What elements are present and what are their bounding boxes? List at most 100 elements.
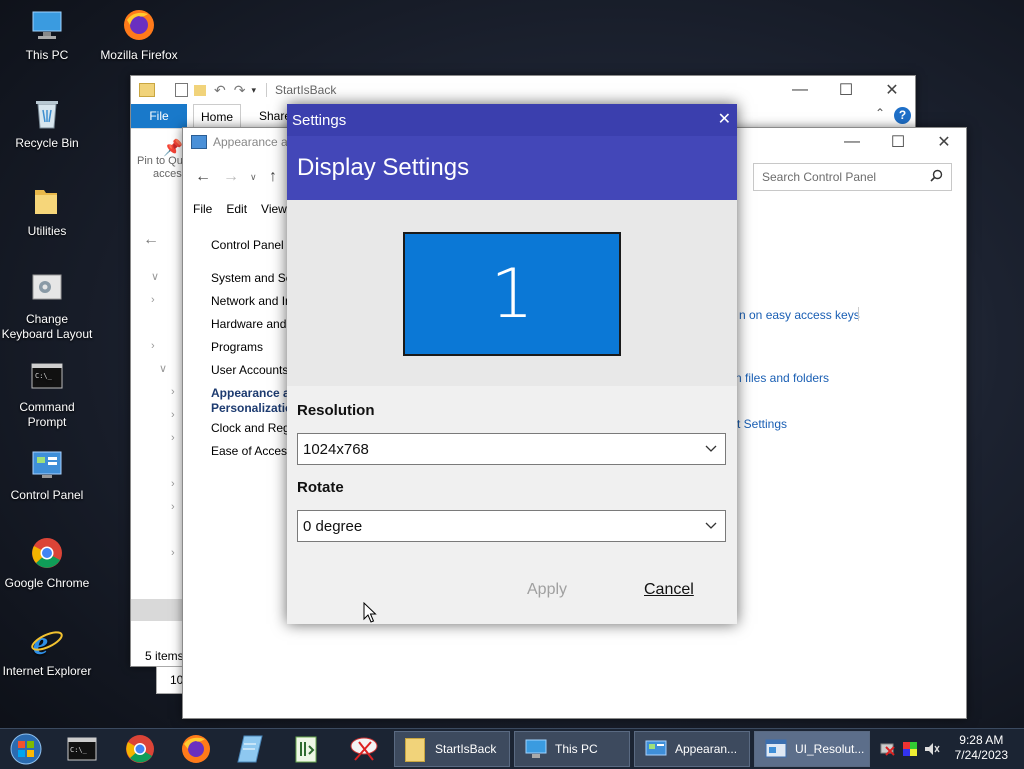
taskbar-pin-notepadpp[interactable] xyxy=(284,733,328,765)
help-icon[interactable]: ? xyxy=(894,107,911,124)
notepad-icon xyxy=(237,735,263,763)
tree-selected-row[interactable] xyxy=(131,599,183,621)
cp-title: Appearance ar xyxy=(213,135,292,149)
desktop-icon-command-prompt[interactable]: C:\_ Command Prompt xyxy=(0,360,94,430)
control-panel-icon xyxy=(645,739,667,759)
monitor-preview-area: 1 xyxy=(287,200,737,386)
customize-arrow-icon[interactable]: ▾ xyxy=(251,85,256,96)
explorer-maximize-button[interactable]: ☐ xyxy=(823,76,869,104)
taskbar-app-this-pc[interactable]: This PC xyxy=(514,731,630,767)
tree-expand-icon[interactable]: › xyxy=(171,404,175,427)
clock[interactable]: 9:28 AM 7/24/2023 xyxy=(955,733,1008,763)
rotate-label: Rotate xyxy=(297,479,344,496)
chevron-down-icon xyxy=(705,519,717,531)
desktop-icon-label: Google Chrome xyxy=(4,576,90,590)
rotate-dropdown[interactable]: 0 degree xyxy=(297,510,726,542)
chrome-icon xyxy=(126,735,154,763)
cancel-button[interactable]: Cancel xyxy=(644,581,694,599)
tree-expand-icon[interactable]: › xyxy=(151,335,175,358)
this-pc-icon xyxy=(30,8,64,42)
link-hidden-files[interactable]: n files and folders xyxy=(735,371,829,385)
firefox-icon xyxy=(122,8,156,42)
cp-search-input[interactable]: Search Control Panel xyxy=(753,163,952,191)
desktop-icon-chrome[interactable]: Google Chrome xyxy=(0,536,94,591)
pin-label: Pin to Qu xyxy=(137,155,183,167)
taskbar-pin-notepad[interactable] xyxy=(228,733,272,765)
desktop-icon-label: This PC xyxy=(25,48,69,62)
undo-icon[interactable]: ↶ xyxy=(214,82,226,99)
tree-expand-icon[interactable]: › xyxy=(171,473,175,496)
taskbar-app-startisback[interactable]: StartIsBack xyxy=(394,731,510,767)
taskbar-pin-snipping-tool[interactable] xyxy=(342,733,386,765)
redo-icon[interactable]: ↷ xyxy=(234,82,246,99)
control-panel-icon xyxy=(30,448,64,482)
link-font-settings[interactable]: t Settings xyxy=(737,417,787,431)
menu-edit[interactable]: Edit xyxy=(226,202,247,216)
desktop-icon-firefox[interactable]: Mozilla Firefox xyxy=(92,8,186,63)
desktop-icon-control-panel[interactable]: Control Panel xyxy=(0,448,94,503)
monitor-number: 1 xyxy=(490,254,534,334)
pin-quick-access-button[interactable]: 📌 Pin to Qu access xyxy=(137,141,187,181)
system-tray: 9:28 AM 7/24/2023 xyxy=(874,729,1024,769)
tree-expand-icon[interactable]: › xyxy=(171,496,175,519)
taskbar-app-ui-resolution[interactable]: UI_Resolut... xyxy=(754,731,870,767)
folder-icon xyxy=(405,738,425,762)
explorer-tree: ∨ › › ∨ › › › › › › xyxy=(151,266,175,565)
explorer-titlebar[interactable]: ↶ ↷ ▾ StartIsBack — ☐ ✕ xyxy=(131,76,915,104)
cp-minimize-button[interactable]: — xyxy=(829,128,875,156)
desktop-icon-ie[interactable]: e Internet Explorer xyxy=(0,624,94,679)
desktop-icon-label: Utilities xyxy=(27,224,67,238)
cp-back-icon[interactable]: ← xyxy=(195,168,211,186)
taskbar-app-label: Appearan... xyxy=(675,742,738,756)
taskbar-pin-cmd[interactable]: C:\_ xyxy=(60,733,104,765)
explorer-minimize-button[interactable]: — xyxy=(777,76,823,104)
desktop-icon-label: Control Panel xyxy=(10,488,84,502)
apply-button[interactable]: Apply xyxy=(527,581,567,599)
cp-maximize-button[interactable]: ☐ xyxy=(875,128,921,156)
tree-expand-icon[interactable]: › xyxy=(151,289,175,312)
desktop-icon-recycle-bin[interactable]: Recycle Bin xyxy=(0,96,94,151)
new-folder-icon[interactable] xyxy=(194,84,206,96)
tree-expand-icon[interactable]: ∨ xyxy=(151,266,175,289)
taskbar-pin-chrome[interactable] xyxy=(118,733,162,765)
cp-close-button[interactable]: ✕ xyxy=(921,128,967,156)
monitor-1-tile[interactable]: 1 xyxy=(403,232,621,356)
tree-expand-icon[interactable]: › xyxy=(171,542,175,565)
link-easy-access-keys[interactable]: n on easy access keys xyxy=(739,308,860,322)
display-color-icon[interactable] xyxy=(902,741,918,760)
network-icon[interactable] xyxy=(880,741,896,760)
menu-file[interactable]: File xyxy=(193,202,212,216)
ribbon-collapse-icon[interactable]: ⌃ xyxy=(875,106,885,120)
dialog-titlebar[interactable]: Settings ✕ xyxy=(287,104,737,136)
desktop-icon-utilities[interactable]: Utilities xyxy=(0,184,94,239)
cp-forward-icon[interactable]: → xyxy=(223,168,239,186)
explorer-close-button[interactable]: ✕ xyxy=(869,76,915,104)
desktop-icon-label: Mozilla Firefox xyxy=(100,48,178,62)
snipping-tool-icon xyxy=(350,737,378,761)
explorer-tab-file[interactable]: File xyxy=(131,104,187,128)
cp-recent-dropdown-icon[interactable]: ∨ xyxy=(250,172,257,183)
settings-dialog[interactable]: Settings ✕ Display Settings 1 Resolution… xyxy=(287,104,737,624)
properties-icon[interactable] xyxy=(175,83,188,97)
tree-expand-icon[interactable]: ∨ xyxy=(159,358,175,381)
tree-expand-icon[interactable]: › xyxy=(171,381,175,404)
folder-icon xyxy=(30,184,64,218)
taskbar-app-appearance[interactable]: Appearan... xyxy=(634,731,750,767)
desktop-icon-this-pc[interactable]: This PC xyxy=(0,8,94,63)
ie-icon: e xyxy=(30,624,64,662)
cp-up-icon[interactable]: ↑ xyxy=(269,168,277,186)
start-button[interactable] xyxy=(4,733,48,765)
dialog-header: Display Settings xyxy=(287,136,737,200)
back-arrow-icon[interactable]: ← xyxy=(143,231,159,249)
desktop-icon-keyboard-layout[interactable]: Change Keyboard Layout xyxy=(0,272,94,342)
tree-expand-icon[interactable]: › xyxy=(171,427,175,450)
menu-view[interactable]: View xyxy=(261,202,287,216)
firefox-icon xyxy=(182,735,210,763)
dialog-close-button[interactable]: ✕ xyxy=(718,109,731,129)
taskbar-pin-firefox[interactable] xyxy=(174,733,218,765)
link-divider xyxy=(858,307,859,321)
notepadpp-icon xyxy=(295,736,317,763)
volume-muted-icon[interactable] xyxy=(924,741,940,760)
resolution-dropdown[interactable]: 1024x768 xyxy=(297,433,726,465)
explorer-tab-home[interactable]: Home xyxy=(193,104,241,129)
